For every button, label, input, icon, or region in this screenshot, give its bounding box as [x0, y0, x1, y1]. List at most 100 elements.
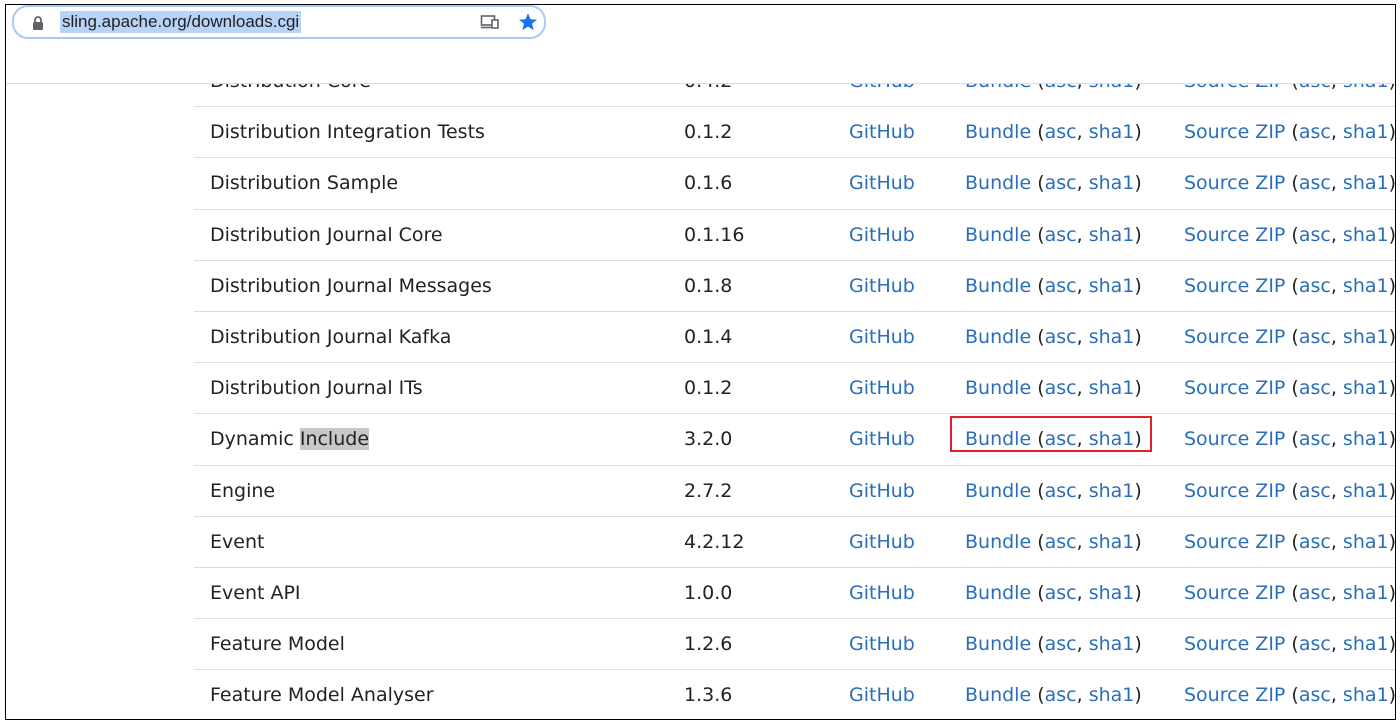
- bundle-asc-link[interactable]: asc: [1045, 531, 1077, 553]
- github-link[interactable]: GitHub: [849, 224, 915, 246]
- github-link[interactable]: GitHub: [849, 275, 915, 297]
- source-zip-link[interactable]: Source ZIP: [1184, 684, 1285, 706]
- source-sha1-link[interactable]: sha1: [1343, 172, 1389, 194]
- source-sha1-link[interactable]: sha1: [1343, 275, 1389, 297]
- source-asc-link[interactable]: asc: [1299, 172, 1331, 194]
- bundle-sha1-link[interactable]: sha1: [1089, 377, 1135, 399]
- bundle-sha1-link[interactable]: sha1: [1089, 224, 1135, 246]
- bundle-link[interactable]: Bundle: [965, 121, 1031, 143]
- bundle-sha1-link[interactable]: sha1: [1089, 172, 1135, 194]
- lock-icon[interactable]: [31, 15, 45, 31]
- github-link[interactable]: GitHub: [849, 428, 915, 450]
- source-asc-link[interactable]: asc: [1299, 275, 1331, 297]
- component-name-text: Event API: [210, 581, 301, 604]
- source-sha1-link[interactable]: sha1: [1343, 633, 1389, 655]
- bundle-sha1-link[interactable]: sha1: [1089, 121, 1135, 143]
- bundle-link[interactable]: Bundle: [965, 531, 1031, 553]
- bundle-asc-link[interactable]: asc: [1045, 326, 1077, 348]
- bundle-asc-link[interactable]: asc: [1045, 275, 1077, 297]
- bundle-sha1-link[interactable]: sha1: [1089, 582, 1135, 604]
- github-link[interactable]: GitHub: [849, 121, 915, 143]
- source-zip-link[interactable]: Source ZIP: [1184, 480, 1285, 502]
- source-asc-link[interactable]: asc: [1299, 480, 1331, 502]
- table-row: Distribution Journal Messages 0.1.8 GitHub…: [194, 261, 1396, 312]
- bundle-asc-link[interactable]: asc: [1045, 224, 1077, 246]
- bundle-asc-link[interactable]: asc: [1045, 172, 1077, 194]
- bundle-link[interactable]: Bundle: [965, 480, 1031, 502]
- component-name: Distribution Journal Core: [210, 224, 443, 246]
- bundle-sha1-link[interactable]: sha1: [1089, 633, 1135, 655]
- source-zip-link[interactable]: Source ZIP: [1184, 172, 1285, 194]
- source-sha1-link[interactable]: sha1: [1343, 326, 1389, 348]
- source-asc-link[interactable]: asc: [1299, 377, 1331, 399]
- version: 4.2.12: [684, 530, 745, 553]
- source-asc-link[interactable]: asc: [1299, 684, 1331, 706]
- star-icon[interactable]: [517, 11, 539, 33]
- bundle-asc-link[interactable]: asc: [1045, 480, 1077, 502]
- bundle-link[interactable]: Bundle: [965, 224, 1031, 246]
- component-name: Engine: [210, 480, 275, 502]
- source-sha1-link[interactable]: sha1: [1343, 684, 1389, 706]
- source-zip-link[interactable]: Source ZIP: [1184, 633, 1285, 655]
- bundle-link[interactable]: Bundle: [965, 633, 1031, 655]
- source-asc-link[interactable]: asc: [1299, 224, 1331, 246]
- source-asc-link[interactable]: asc: [1299, 326, 1331, 348]
- source-sha1-link[interactable]: sha1: [1343, 224, 1389, 246]
- bundle-asc-link[interactable]: asc: [1045, 633, 1077, 655]
- component-name-text: Distribution Journal Core: [210, 223, 443, 246]
- github-link[interactable]: GitHub: [849, 684, 915, 706]
- github-link[interactable]: GitHub: [849, 531, 915, 553]
- bundle-sha1-link[interactable]: sha1: [1089, 531, 1135, 553]
- bundle-sha1-link[interactable]: sha1: [1089, 275, 1135, 297]
- github-link[interactable]: GitHub: [849, 633, 915, 655]
- source-zip-link[interactable]: Source ZIP: [1184, 275, 1285, 297]
- github-link[interactable]: GitHub: [849, 172, 915, 194]
- source-asc-link[interactable]: asc: [1299, 582, 1331, 604]
- bundle-link[interactable]: Bundle: [965, 172, 1031, 194]
- bundle-link[interactable]: Bundle: [965, 582, 1031, 604]
- version: 0.1.2: [684, 377, 733, 400]
- source-zip-link[interactable]: Source ZIP: [1184, 428, 1285, 450]
- source-sha1-link[interactable]: sha1: [1343, 480, 1389, 502]
- bundle-asc-link[interactable]: asc: [1045, 121, 1077, 143]
- table-row: Distribution Journal Core 0.1.16 GitHub Bun…: [194, 210, 1395, 261]
- bundle-link[interactable]: Bundle: [965, 326, 1031, 348]
- source-zip-link[interactable]: Source ZIP: [1184, 377, 1285, 399]
- url-text[interactable]: sling.apache.org/downloads.cgi: [60, 11, 302, 33]
- bundle-asc-link[interactable]: asc: [1045, 377, 1077, 399]
- address-bar[interactable]: sling.apache.org/downloads.cgi: [12, 5, 546, 39]
- github-link[interactable]: GitHub: [849, 377, 915, 399]
- source-zip-link[interactable]: Source ZIP: [1184, 326, 1285, 348]
- bundle-sha1-link[interactable]: sha1: [1089, 480, 1135, 502]
- bundle-cell: Bundle (asc, sha1): [965, 684, 1142, 707]
- source-asc-link[interactable]: asc: [1299, 428, 1331, 450]
- source-sha1-link[interactable]: sha1: [1343, 428, 1389, 450]
- cast-icon[interactable]: [480, 14, 500, 30]
- component-name-text: Distribution Journal Messages: [210, 274, 492, 297]
- source-zip-link[interactable]: Source ZIP: [1184, 121, 1285, 143]
- source-asc-link[interactable]: asc: [1299, 531, 1331, 553]
- source-asc-link[interactable]: asc: [1299, 633, 1331, 655]
- bundle-sha1-link[interactable]: sha1: [1089, 326, 1135, 348]
- source-zip-link[interactable]: Source ZIP: [1184, 224, 1285, 246]
- bundle-sha1-link[interactable]: sha1: [1089, 684, 1135, 706]
- bundle-cell: Bundle (asc, sha1): [965, 530, 1142, 553]
- source-sha1-link[interactable]: sha1: [1343, 531, 1389, 553]
- github-link[interactable]: GitHub: [849, 326, 915, 348]
- bundle-asc-link[interactable]: asc: [1045, 582, 1077, 604]
- source-zip-link[interactable]: Source ZIP: [1184, 531, 1285, 553]
- source-sha1-link[interactable]: sha1: [1343, 121, 1389, 143]
- bundle-link[interactable]: Bundle: [965, 684, 1031, 706]
- source-zip-link[interactable]: Source ZIP: [1184, 582, 1285, 604]
- table-row: Distribution Integration Tests 0.1.2 GitHu…: [194, 107, 1395, 159]
- github-link[interactable]: GitHub: [849, 582, 915, 604]
- source-asc-link[interactable]: asc: [1299, 121, 1331, 143]
- bundle-asc-link[interactable]: asc: [1045, 684, 1077, 706]
- component-name-text: Feature Model Analyser: [210, 684, 434, 707]
- source-sha1-link[interactable]: sha1: [1343, 582, 1389, 604]
- bundle-link[interactable]: Bundle: [965, 275, 1031, 297]
- source-sha1-link[interactable]: sha1: [1343, 377, 1389, 399]
- github-link[interactable]: GitHub: [849, 480, 915, 502]
- source-cell: Source ZIP (asc, sha1): [1184, 274, 1396, 297]
- bundle-link[interactable]: Bundle: [965, 377, 1031, 399]
